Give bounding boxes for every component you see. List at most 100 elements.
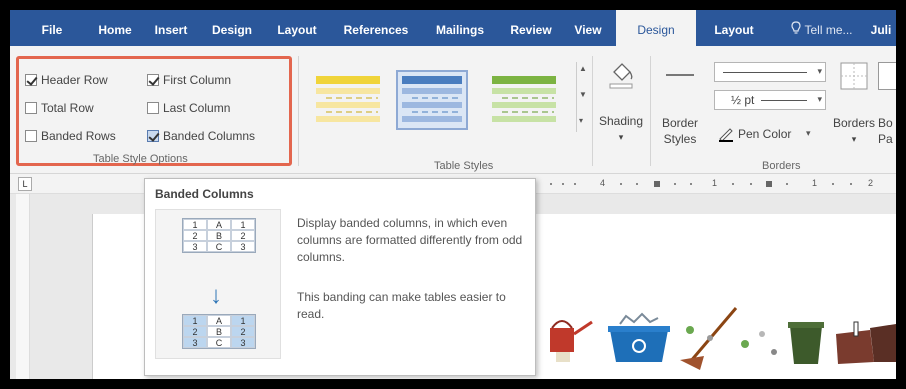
option-banded-rows[interactable]: Banded Rows — [25, 129, 116, 143]
line-weight-value: ½ pt — [731, 93, 755, 107]
border-styles-button[interactable]: Border Styles — [652, 58, 708, 148]
border-painter-icon — [878, 62, 896, 90]
ruler-tick — [750, 183, 752, 185]
option-label: Total Row — [41, 101, 94, 115]
ruler-tick — [562, 183, 564, 185]
tab-file[interactable]: File — [32, 10, 72, 46]
tab-selector[interactable]: L — [18, 177, 32, 191]
tooltip-illustration: 1 A 1 2 B 2 3 C 3 ↓ 1 A 1 2 B 2 3 C 3 — [155, 209, 281, 359]
pen-color-button[interactable]: Pen Color ▾ — [714, 124, 826, 144]
border-styles-label-1: Border — [661, 116, 699, 130]
option-label: Banded Columns — [163, 129, 256, 143]
option-label: Banded Rows — [41, 129, 116, 143]
option-total-row[interactable]: Total Row — [25, 101, 94, 115]
checkbox[interactable] — [147, 130, 159, 142]
cell: 1 — [183, 219, 207, 230]
group-label-table-style-options: Table Style Options — [93, 153, 188, 165]
line-style-dropdown[interactable]: ▾ — [714, 62, 826, 82]
option-banded-columns[interactable]: Banded Columns — [147, 129, 255, 143]
tell-me-search[interactable]: Tell me... — [780, 10, 864, 46]
tooltip-title: Banded Columns — [155, 187, 254, 201]
ruler-number: 4 — [600, 178, 606, 188]
checkbox[interactable] — [25, 102, 37, 114]
ruler-tick — [620, 183, 622, 185]
ribbon-tab-bar: File Home Insert Design Layout Reference… — [10, 10, 896, 46]
cell: C — [207, 337, 231, 348]
chevron-down-icon: ▾ — [817, 94, 822, 104]
border-painter-label-2: Pa — [878, 132, 893, 146]
ruler-tick — [732, 183, 734, 185]
border-painter-label-1: Bo — [878, 116, 893, 130]
option-last-column[interactable]: Last Column — [147, 101, 230, 115]
banded-columns-tooltip: Banded Columns 1 A 1 2 B 2 3 C 3 ↓ 1 A 1… — [144, 178, 536, 376]
cell: 2 — [183, 326, 207, 337]
cell: 3 — [231, 241, 255, 252]
borders-button[interactable]: Borders ▾ — [832, 58, 876, 148]
chevron-down-icon: ▾ — [618, 132, 624, 142]
lightbulb-icon — [791, 11, 802, 51]
shading-label: Shading — [598, 114, 644, 128]
group-divider — [650, 56, 651, 166]
chevron-down-icon: ▾ — [851, 134, 857, 144]
ruler-number: 1 — [812, 178, 818, 188]
table-style-thumb-blue[interactable] — [396, 70, 468, 130]
banded-table-preview: 1 A 1 2 B 2 3 C 3 — [182, 314, 256, 349]
border-styles-label-2: Styles — [663, 132, 697, 146]
option-label: Header Row — [41, 73, 108, 87]
cell: A — [207, 315, 231, 326]
cell: 3 — [231, 337, 255, 348]
arrow-down-icon: ↓ — [210, 282, 222, 309]
group-label-table-styles: Table Styles — [434, 160, 494, 172]
table-style-thumb-green[interactable] — [488, 70, 560, 130]
tab-table-layout[interactable]: Layout — [704, 10, 764, 46]
shading-button[interactable]: Shading ▾ — [596, 58, 646, 148]
ruler-tick — [636, 183, 638, 185]
gallery-scroll[interactable]: ▲ ▼ ▾ — [576, 62, 588, 132]
tab-layout[interactable]: Layout — [272, 10, 322, 46]
line-style-preview — [723, 72, 807, 73]
tooltip-description-2: This banding can make tables easier to r… — [297, 290, 506, 321]
tab-design[interactable]: Design — [206, 10, 258, 46]
pen-color-label: Pen Color — [738, 127, 792, 141]
tooltip-description: Display banded columns, in which even co… — [297, 216, 523, 264]
checkbox[interactable] — [25, 74, 37, 86]
checkbox[interactable] — [147, 102, 159, 114]
ruler-marker[interactable] — [766, 181, 772, 187]
table-style-thumb-yellow[interactable] — [312, 70, 384, 130]
checkbox[interactable] — [25, 130, 37, 142]
chevron-down-icon: ▾ — [817, 66, 822, 76]
scroll-down-icon[interactable]: ▼ — [579, 90, 587, 99]
group-label-borders: Borders — [762, 160, 801, 172]
ruler-tick — [850, 183, 852, 185]
cell: A — [207, 219, 231, 230]
tab-references[interactable]: References — [336, 10, 416, 46]
pen-icon — [718, 126, 734, 147]
borders-grid-icon — [840, 62, 868, 95]
tab-table-design[interactable]: Design — [616, 10, 696, 46]
tab-home[interactable]: Home — [90, 10, 140, 46]
tab-review[interactable]: Review — [504, 10, 558, 46]
tab-insert[interactable]: Insert — [148, 10, 194, 46]
option-label: Last Column — [163, 101, 231, 115]
ruler-tick — [574, 183, 576, 185]
cell: 1 — [183, 315, 207, 326]
cell: C — [207, 241, 231, 252]
border-painter-button[interactable]: Bo Pa — [876, 58, 896, 148]
option-first-column[interactable]: First Column — [147, 73, 231, 87]
line-weight-dropdown[interactable]: ½ pt ▾ — [714, 90, 826, 110]
gallery-more-icon[interactable]: ▾ — [579, 116, 583, 125]
tab-view[interactable]: View — [568, 10, 608, 46]
option-header-row[interactable]: Header Row — [25, 73, 108, 87]
group-divider — [298, 56, 299, 166]
recycling-clipart[interactable] — [540, 300, 896, 372]
cell: 2 — [183, 230, 207, 241]
ruler-tick — [550, 183, 552, 185]
checkbox[interactable] — [147, 74, 159, 86]
cell: 1 — [231, 315, 255, 326]
tab-mailings[interactable]: Mailings — [428, 10, 492, 46]
user-name[interactable]: Juli — [866, 10, 896, 46]
scroll-up-icon[interactable]: ▲ — [579, 64, 587, 73]
ruler-marker[interactable] — [654, 181, 660, 187]
ruler-tick — [832, 183, 834, 185]
vertical-ruler[interactable] — [16, 194, 30, 379]
